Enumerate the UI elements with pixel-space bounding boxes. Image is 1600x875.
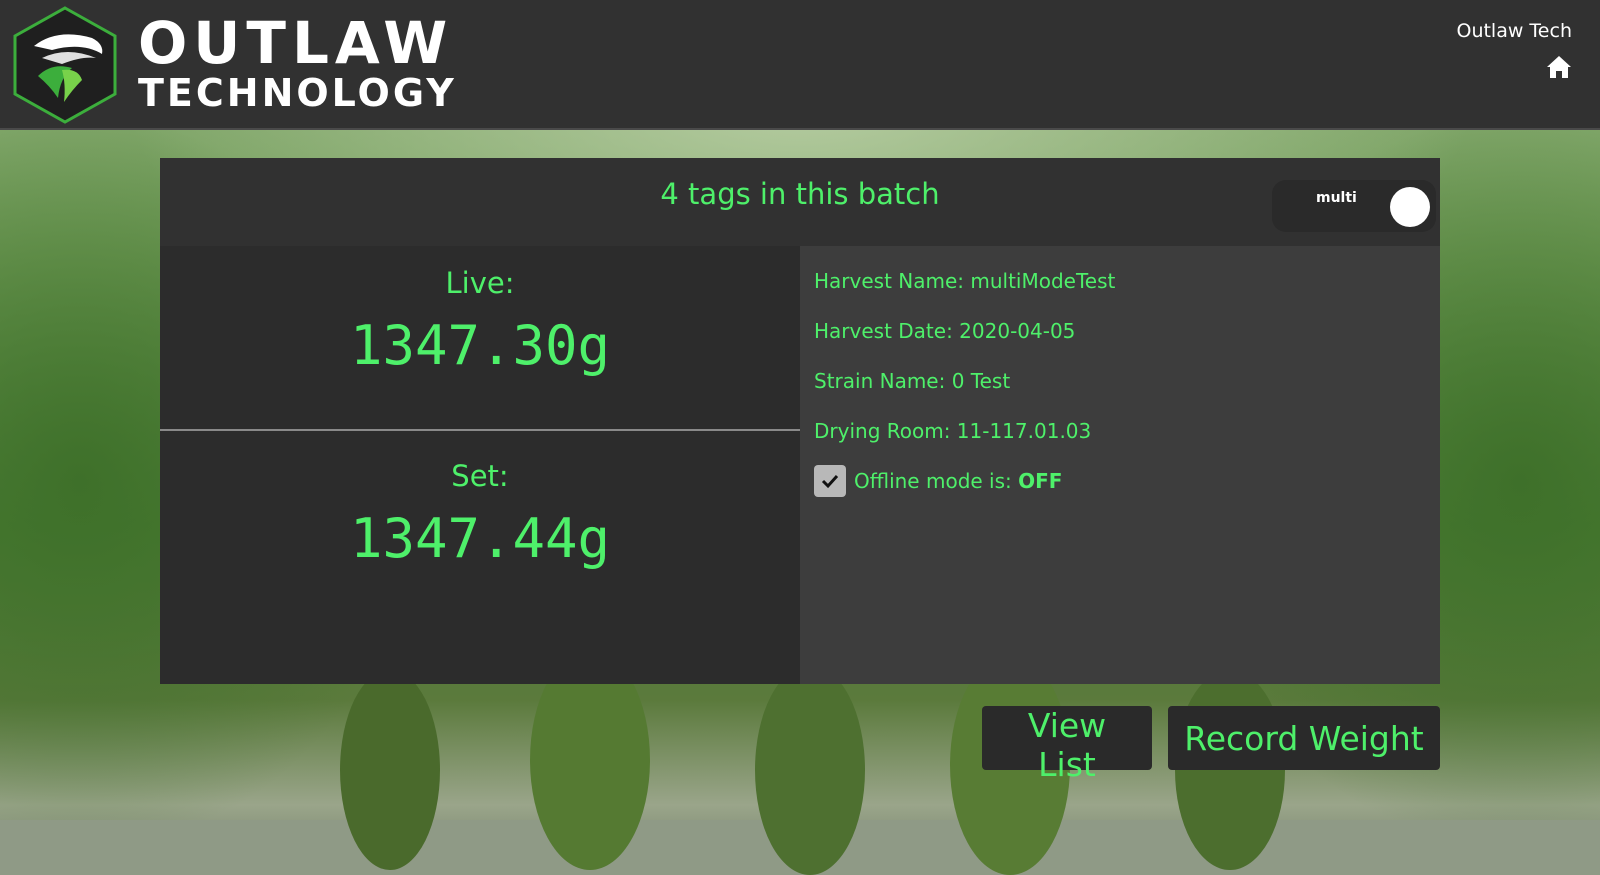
drying-room: Drying Room: 11-117.01.03 <box>814 419 1092 443</box>
mode-toggle[interactable]: multi <box>1272 180 1436 232</box>
top-header: OUTLAW TECHNOLOGY Outlaw Tech <box>0 0 1600 130</box>
batch-panel: 4 tags in this batch multi Live: 1347.30… <box>160 158 1440 684</box>
batch-title: 4 tags in this batch <box>660 177 940 211</box>
harvest-info-column: Harvest Name: multiModeTest Harvest Date… <box>800 246 1440 684</box>
toggle-knob[interactable] <box>1390 187 1430 227</box>
harvest-date: Harvest Date: 2020-04-05 <box>814 319 1076 343</box>
live-weight-box: Live: 1347.30g <box>160 246 800 431</box>
weights-column: Live: 1347.30g Set: 1347.44g <box>160 246 800 684</box>
brand-wordmark: OUTLAW TECHNOLOGY <box>138 14 457 112</box>
brand-line-2: TECHNOLOGY <box>138 71 457 115</box>
background-plants-image <box>0 670 1600 875</box>
record-weight-button[interactable]: Record Weight <box>1168 706 1440 770</box>
live-weight-label: Live: <box>445 266 515 300</box>
outlaw-logo-icon[interactable] <box>12 6 118 124</box>
offline-mode-row: Offline mode is: OFF <box>814 456 1440 506</box>
offline-mode-checkbox[interactable] <box>814 465 846 497</box>
mode-toggle-label: multi <box>1316 190 1357 206</box>
home-icon[interactable] <box>1546 55 1572 79</box>
view-list-button[interactable]: View List <box>982 706 1152 784</box>
offline-mode-text: Offline mode is: OFF <box>854 469 1062 493</box>
brand-line-1: OUTLAW <box>138 9 454 77</box>
live-weight-value: 1347.30g <box>349 314 611 377</box>
set-weight-box: Set: 1347.44g <box>160 431 800 684</box>
strain-name: Strain Name: 0 Test <box>814 369 1011 393</box>
set-weight-value: 1347.44g <box>349 507 611 570</box>
offline-mode-label: Offline mode is: <box>854 469 1019 493</box>
harvest-name: Harvest Name: multiModeTest <box>814 269 1116 293</box>
user-name[interactable]: Outlaw Tech <box>1456 20 1572 42</box>
set-weight-label: Set: <box>451 459 509 493</box>
offline-mode-state: OFF <box>1018 469 1063 493</box>
checkmark-icon <box>821 474 839 489</box>
